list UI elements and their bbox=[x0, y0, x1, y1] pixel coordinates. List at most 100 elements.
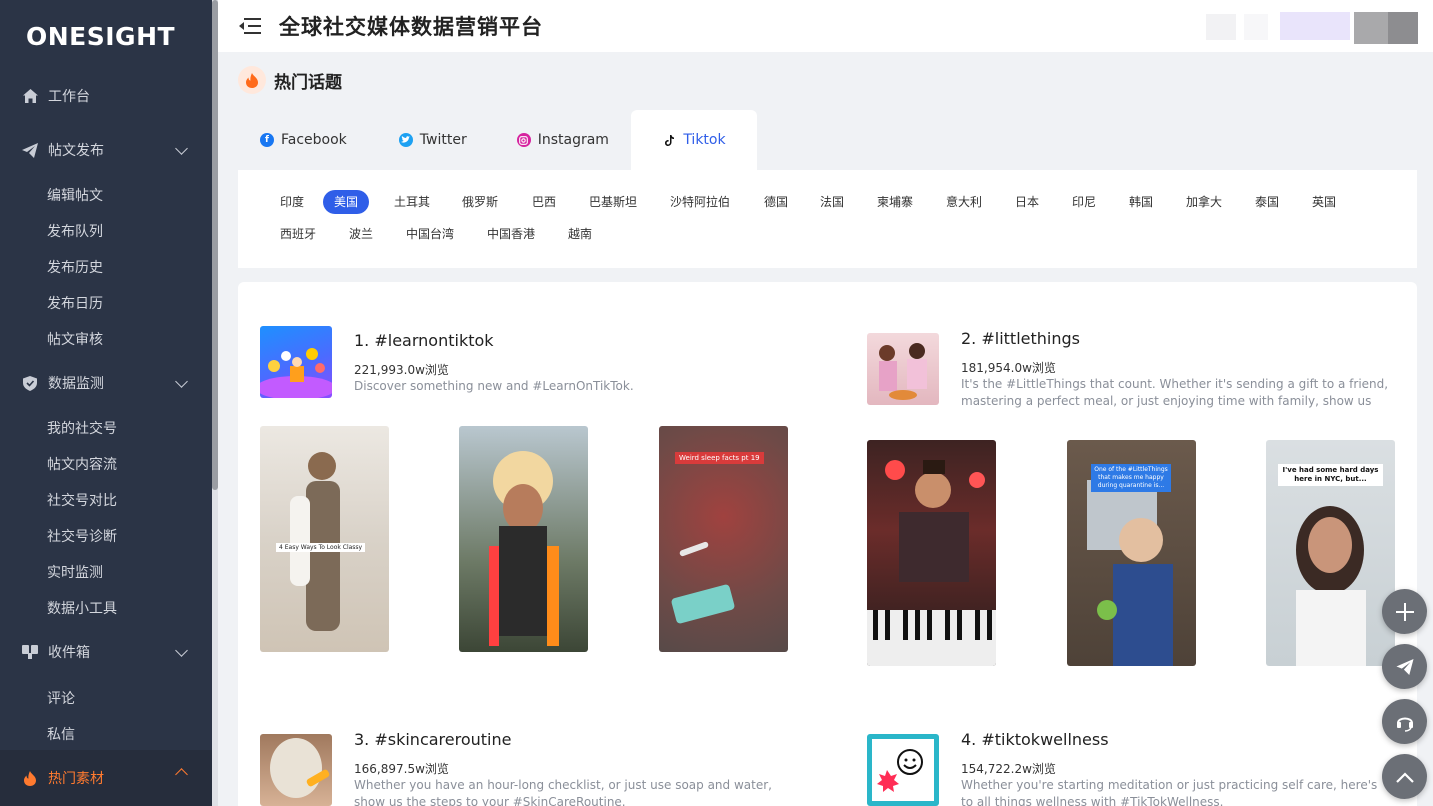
tab-twitter[interactable]: Twitter bbox=[369, 110, 489, 170]
video-caption: Weird sleep facts pt 19 bbox=[675, 452, 764, 464]
scrollbar-thumb[interactable] bbox=[212, 0, 218, 490]
sidebar-item-label: 社交号对比 bbox=[47, 493, 117, 509]
tab-label: Instagram bbox=[537, 132, 609, 148]
country-chip[interactable]: 巴基斯坦 bbox=[578, 190, 648, 214]
country-chip[interactable]: 中国台湾 bbox=[395, 222, 465, 246]
app-logo[interactable]: ONESIGHT bbox=[0, 0, 212, 72]
country-chip[interactable]: 中国香港 bbox=[476, 222, 546, 246]
tab-instagram[interactable]: Instagram bbox=[489, 110, 631, 170]
sidebar-item-messages[interactable]: 私信 bbox=[0, 716, 212, 752]
sidebar-item-label: 我的社交号 bbox=[47, 421, 117, 437]
video-caption: I've had some hard days here in NYC, but… bbox=[1278, 464, 1383, 486]
sidebar-item-label: 发布队列 bbox=[47, 224, 103, 240]
country-chip[interactable]: 越南 bbox=[557, 222, 603, 246]
chevron-down-icon bbox=[175, 142, 188, 155]
sidebar-item-publish-history[interactable]: 发布历史 bbox=[0, 249, 212, 285]
hot-topics-panel: 1. #learnontiktok 221,993.0w浏览 Discover … bbox=[238, 282, 1417, 806]
sidebar-item-my-accounts[interactable]: 我的社交号 bbox=[0, 410, 212, 446]
topic-views: 166,897.5w浏览 bbox=[354, 762, 449, 776]
country-chip[interactable]: 印尼 bbox=[1061, 190, 1107, 214]
country-chip[interactable]: 德国 bbox=[753, 190, 799, 214]
video-thumbnail[interactable]: Weird sleep facts pt 19 bbox=[659, 426, 788, 652]
topic-cover-image[interactable] bbox=[260, 734, 332, 806]
sidebar-item-label: 社交号诊断 bbox=[47, 529, 117, 545]
video-thumbnail[interactable]: One of the #LittleThings that makes me h… bbox=[1067, 440, 1196, 666]
country-chip[interactable]: 法国 bbox=[809, 190, 855, 214]
country-chip[interactable]: 俄罗斯 bbox=[451, 190, 509, 214]
instagram-icon bbox=[516, 133, 531, 147]
country-chip[interactable]: 意大利 bbox=[935, 190, 993, 214]
country-chip[interactable]: 巴西 bbox=[521, 190, 567, 214]
sidebar-item-data-monitor[interactable]: 数据监测 bbox=[0, 361, 212, 405]
topic-views: 181,954.0w浏览 bbox=[961, 361, 1056, 375]
video-caption: One of the #LittleThings that makes me h… bbox=[1091, 464, 1171, 492]
facebook-icon: f bbox=[260, 133, 274, 147]
country-chip[interactable]: 韩国 bbox=[1118, 190, 1164, 214]
headset-icon bbox=[1396, 717, 1413, 732]
video-caption: 4 Easy Ways To Look Classy bbox=[276, 543, 366, 552]
video-thumbnail[interactable]: I've had some hard days here in NYC, but… bbox=[1266, 440, 1395, 666]
add-button[interactable] bbox=[1382, 589, 1427, 634]
fire-icon bbox=[22, 770, 38, 786]
topic-title[interactable]: 4. #tiktokwellness bbox=[961, 730, 1109, 749]
topic-cover-image[interactable] bbox=[260, 326, 332, 398]
customer-service-button[interactable] bbox=[1382, 699, 1427, 744]
sidebar-item-publish-queue[interactable]: 发布队列 bbox=[0, 213, 212, 249]
country-chip[interactable]: 英国 bbox=[1301, 190, 1347, 214]
sidebar-item-account-diagnosis[interactable]: 社交号诊断 bbox=[0, 518, 212, 554]
sidebar-item-hot-materials[interactable]: 热门素材 bbox=[0, 750, 212, 806]
user-profile-area[interactable] bbox=[1206, 12, 1421, 44]
chevron-up-icon bbox=[175, 768, 188, 781]
sidebar-item-post-publish[interactable]: 帖文发布 bbox=[0, 128, 212, 172]
send-icon bbox=[1395, 658, 1414, 675]
country-chip[interactable]: 柬埔寨 bbox=[866, 190, 924, 214]
topic-views: 221,993.0w浏览 bbox=[354, 363, 449, 377]
sidebar-item-publish-calendar[interactable]: 发布日历 bbox=[0, 285, 212, 321]
sidebar-item-content-stream[interactable]: 帖文内容流 bbox=[0, 446, 212, 482]
country-chip[interactable]: 沙特阿拉伯 bbox=[659, 190, 741, 214]
sidebar-item-label: 工作台 bbox=[48, 89, 90, 105]
topic-cover-image[interactable] bbox=[867, 333, 939, 405]
video-thumbnail[interactable] bbox=[867, 440, 996, 666]
publish-button[interactable] bbox=[1382, 644, 1427, 689]
sidebar: ONESIGHT 工作台 帖文发布 编辑帖文 发布队列 发布历史 发布日历 帖文… bbox=[0, 0, 212, 806]
country-chip[interactable]: 加拿大 bbox=[1175, 190, 1233, 214]
sidebar-item-realtime-monitor[interactable]: 实时监测 bbox=[0, 554, 212, 590]
platform-tabs: f Facebook Twitter Instagram Tiktok bbox=[238, 110, 757, 170]
country-chip[interactable]: 泰国 bbox=[1244, 190, 1290, 214]
sidebar-item-label: 评论 bbox=[47, 691, 75, 707]
back-to-top-button[interactable] bbox=[1382, 754, 1427, 799]
plus-icon bbox=[1395, 602, 1414, 621]
tab-label: Facebook bbox=[281, 132, 347, 148]
video-thumbnail[interactable] bbox=[459, 426, 588, 652]
sidebar-item-dashboard[interactable]: 工作台 bbox=[0, 74, 212, 118]
topic-title[interactable]: 2. #littlethings bbox=[961, 329, 1080, 348]
sidebar-item-post-review[interactable]: 帖文审核 bbox=[0, 321, 212, 357]
sidebar-item-comments[interactable]: 评论 bbox=[0, 680, 212, 716]
country-chip[interactable]: 土耳其 bbox=[383, 190, 441, 214]
tab-tiktok[interactable]: Tiktok bbox=[630, 110, 757, 170]
tab-label: Tiktok bbox=[683, 132, 726, 148]
sidebar-item-data-tools[interactable]: 数据小工具 bbox=[0, 590, 212, 626]
shield-icon bbox=[22, 375, 38, 391]
sidebar-item-inbox[interactable]: 收件箱 bbox=[0, 630, 212, 674]
topic-cover-image[interactable] bbox=[867, 734, 939, 806]
video-thumbnail[interactable]: 4 Easy Ways To Look Classy bbox=[260, 426, 389, 652]
sidebar-item-account-compare[interactable]: 社交号对比 bbox=[0, 482, 212, 518]
sidebar-item-edit-post[interactable]: 编辑帖文 bbox=[0, 177, 212, 213]
country-chip[interactable]: 西班牙 bbox=[269, 222, 327, 246]
sidebar-item-label: 收件箱 bbox=[48, 645, 90, 661]
topic-description: Whether you're starting meditation or ju… bbox=[961, 778, 1378, 806]
country-chip[interactable]: 日本 bbox=[1004, 190, 1050, 214]
topic-title[interactable]: 3. #skincareroutine bbox=[354, 730, 511, 749]
topic-title[interactable]: 1. #learnontiktok bbox=[354, 331, 494, 350]
sidebar-scrollbar[interactable] bbox=[212, 0, 218, 806]
tab-facebook[interactable]: f Facebook bbox=[238, 110, 369, 170]
sidebar-item-label: 帖文审核 bbox=[47, 332, 103, 348]
menu-fold-icon[interactable] bbox=[238, 16, 262, 36]
country-chip-selected[interactable]: 美国 bbox=[323, 190, 370, 214]
topic-description: Whether you have an hour-long checklist,… bbox=[354, 778, 772, 806]
country-chip[interactable]: 印度 bbox=[269, 190, 315, 214]
tab-label: Twitter bbox=[419, 132, 467, 148]
country-chip[interactable]: 波兰 bbox=[338, 222, 384, 246]
